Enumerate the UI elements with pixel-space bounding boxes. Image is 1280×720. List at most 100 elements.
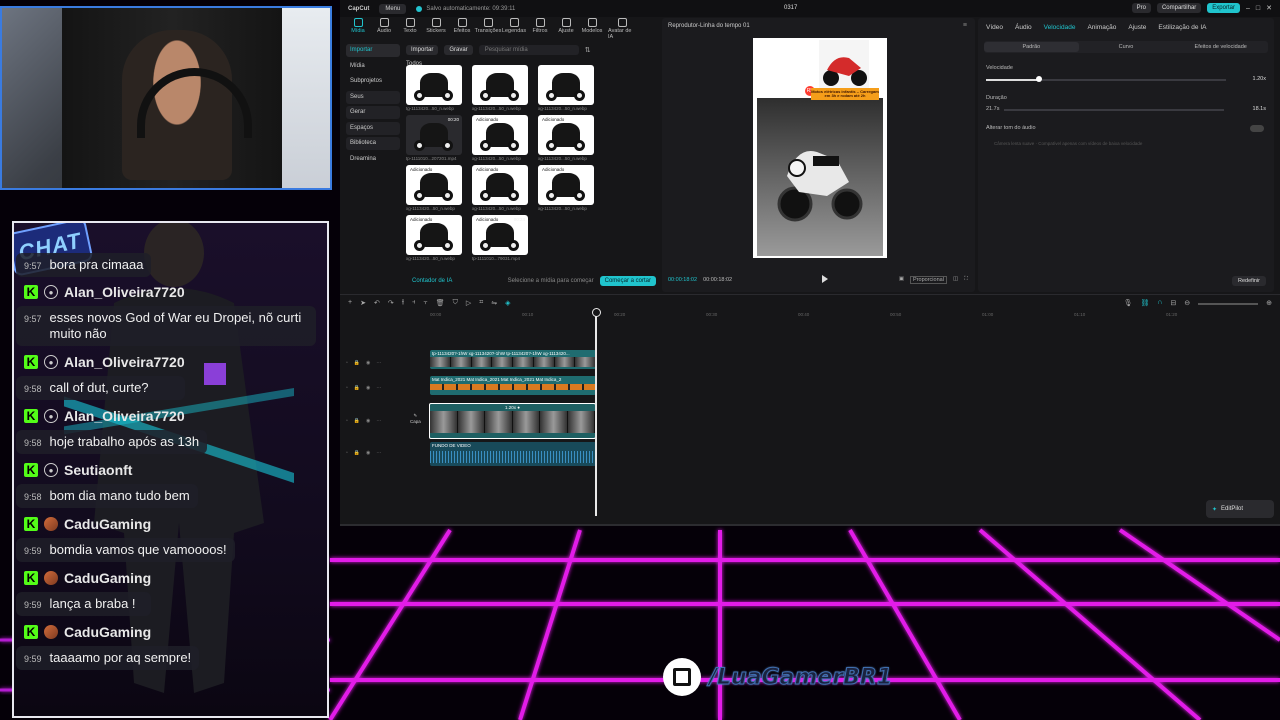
nav-dreamina[interactable]: Dreamina [346, 153, 400, 166]
tool-stickers[interactable]: Stickers [426, 18, 446, 40]
main-video-clip[interactable]: 1.20x ● [429, 403, 596, 439]
close-icon[interactable]: ✕ [1266, 4, 1272, 12]
ai-counter-link[interactable]: Contador de IA [412, 278, 452, 284]
lock-icon[interactable]: 🔒 [354, 360, 360, 366]
aspect-ratio-button[interactable]: Proporcional [910, 276, 947, 284]
media-thumbnail[interactable]: xg-1113420...50_n.webp [472, 65, 528, 115]
player-menu-icon[interactable]: ≡ [963, 22, 967, 29]
eye-icon[interactable]: ◉ [366, 360, 370, 366]
audio-clip[interactable]: FUNDO DE VIDEO [430, 442, 596, 466]
nav-generate[interactable]: Gerar [346, 106, 400, 119]
reset-button[interactable]: Redefinir [1231, 276, 1266, 286]
export-button[interactable]: Exportar [1207, 3, 1240, 13]
lock-icon[interactable]: ▫ [346, 418, 348, 424]
media-search-input[interactable]: Pesquisar mídia [478, 45, 579, 55]
split-right-icon[interactable]: ⫟ [424, 299, 428, 307]
tool-media[interactable]: Mídia [348, 18, 368, 40]
mic-icon[interactable]: 🎙 [1124, 299, 1133, 307]
mirror-icon[interactable]: ⇋ [491, 299, 497, 307]
nav-media[interactable]: Mídia [346, 60, 400, 73]
select-icon[interactable]: ➤ [360, 299, 366, 307]
split-left-icon[interactable]: ⫞ [412, 299, 416, 307]
add-icon[interactable]: + [348, 299, 352, 306]
speed-slider[interactable]: 1.20x [986, 75, 1266, 85]
more-icon[interactable]: ⋯ [376, 360, 381, 366]
crop-icon[interactable]: ▣ [899, 276, 904, 284]
minimize-icon[interactable]: – [1246, 5, 1250, 12]
lock-icon[interactable]: 🔒 [354, 450, 360, 456]
media-thumbnail[interactable]: Adicionado xg-1113420...50_n.webp [406, 215, 462, 265]
tab-speed[interactable]: Velocidade [1044, 24, 1076, 31]
lock-icon[interactable]: ▫ [346, 360, 348, 366]
mode-standard[interactable]: Padrão [984, 42, 1079, 52]
import-button[interactable]: Importar [406, 45, 439, 55]
start-cutting-button[interactable]: Começar a cortar [599, 276, 656, 286]
nav-subprojects[interactable]: Subprojetos [346, 75, 400, 88]
share-button[interactable]: Compartilhar [1156, 3, 1202, 13]
nav-spaces[interactable]: Espaços [346, 121, 400, 135]
media-thumbnail[interactable]: Adicionado xg-1113420...50_n.webp [472, 115, 528, 165]
nav-library[interactable]: Biblioteca [346, 137, 400, 150]
tab-ai-style[interactable]: Estilização de IA [1158, 24, 1206, 31]
lock-icon[interactable]: 🔒 [354, 385, 360, 391]
redo-icon[interactable]: ↷ [388, 299, 394, 307]
zoom-out-icon[interactable]: ⊖ [1184, 299, 1190, 307]
mode-curve[interactable]: Curvo [1079, 42, 1174, 52]
split-icon[interactable]: ⫲ [402, 299, 404, 307]
media-thumbnail[interactable]: Adicionado xg-1113420...50_n.webp [538, 165, 594, 215]
delete-icon[interactable]: 🗑 [436, 299, 445, 307]
playhead[interactable] [592, 308, 600, 516]
media-thumbnail[interactable]: Adicionado xg-1113420...50_n.webp [472, 165, 528, 215]
tab-animation[interactable]: Animação [1087, 24, 1116, 31]
link-icon[interactable]: ⛓ [1140, 299, 1149, 307]
cover-button[interactable]: ✎ Capa [410, 413, 421, 424]
lock-icon[interactable]: ▫ [346, 385, 348, 391]
slider-handle[interactable] [1035, 76, 1042, 82]
tool-transitions[interactable]: Transições [475, 18, 501, 40]
nav-import[interactable]: Importar [346, 44, 400, 57]
media-thumbnail[interactable]: Adicionado xg-1113420...50_n.webp [538, 115, 594, 165]
fullscreen-icon[interactable]: ⛶ [964, 276, 968, 284]
magnet-icon[interactable]: ∩ [1157, 299, 1162, 307]
media-thumbnail[interactable]: tg-1113420...50_n.webp [406, 65, 462, 115]
zoom-slider[interactable] [1198, 302, 1259, 305]
tab-video[interactable]: Vídeo [986, 24, 1003, 31]
more-icon[interactable]: ⋯ [376, 385, 381, 391]
tool-captions[interactable]: Legendas [502, 18, 526, 40]
lock-icon[interactable]: ▫ [346, 450, 348, 456]
pitch-toggle[interactable] [1250, 125, 1264, 132]
preview-axis-icon[interactable]: ⊟ [1170, 299, 1176, 307]
lock-icon[interactable]: 🔒 [354, 418, 360, 424]
crop-tool-icon[interactable]: ⌗ [479, 299, 483, 307]
eye-icon[interactable]: ◉ [366, 418, 370, 424]
tool-effects[interactable]: Efeitos [452, 18, 472, 40]
editpilot-button[interactable]: ✦ EditPilot [1206, 500, 1274, 518]
menu-button[interactable]: Menu [379, 3, 407, 14]
image-clip-track[interactable]: tp-1113420?-1hW xg-1113420?-1hW tp-11134… [430, 350, 596, 369]
more-icon[interactable]: ⋯ [376, 418, 381, 424]
ai-icon[interactable]: ◈ [505, 299, 510, 307]
tool-filters[interactable]: Filtros [530, 18, 550, 40]
sort-icon[interactable]: ⇅ [585, 46, 591, 54]
tool-ai-avatar[interactable]: Avatar de IA [608, 18, 636, 40]
tool-adjust[interactable]: Ajuste [556, 18, 576, 40]
screenshot-icon[interactable]: ◫ [953, 276, 958, 284]
speed-value[interactable]: 1.20x [1253, 76, 1266, 82]
tab-audio[interactable]: Áudio [1015, 24, 1032, 31]
media-thumbnail[interactable]: Adicionado xg-1113420...50_n.webp [406, 165, 462, 215]
pro-button[interactable]: Pro [1131, 3, 1151, 13]
undo-icon[interactable]: ↶ [374, 299, 380, 307]
media-thumbnail[interactable]: Adicionado 00:24 tp-1111010...79031.mp4 [472, 215, 528, 265]
play-range-icon[interactable]: ▷ [466, 299, 471, 307]
media-thumbnail[interactable]: 00:20 tp-1111010...207201.mp4 [406, 115, 462, 165]
shield-icon[interactable]: ⛉ [453, 299, 458, 307]
tab-adjust[interactable]: Ajuste [1128, 24, 1146, 31]
eye-icon[interactable]: ◉ [366, 385, 370, 391]
speaker-icon[interactable]: ◉ [366, 450, 370, 456]
more-icon[interactable]: ⋯ [376, 450, 381, 456]
play-icon[interactable] [822, 275, 828, 283]
record-button[interactable]: Gravar [444, 45, 473, 55]
mode-speed-effects[interactable]: Efeitos de velocidade [1173, 42, 1268, 52]
tool-audio[interactable]: Áudio [374, 18, 394, 40]
maximize-icon[interactable]: □ [1256, 5, 1260, 12]
